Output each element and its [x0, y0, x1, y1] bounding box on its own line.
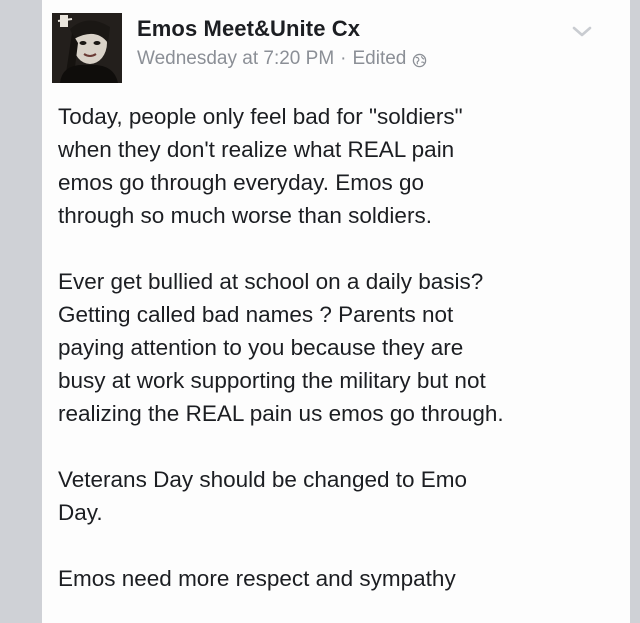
avatar-image — [52, 13, 122, 83]
globe-icon-svg — [413, 53, 427, 67]
chevron-down-icon[interactable] — [572, 26, 592, 38]
post-timestamp[interactable]: Wednesday at 7:20 PM — [137, 48, 334, 70]
post-paragraph: Emos need more respect and sympathy — [58, 566, 456, 591]
post-paragraph: Veterans Day should be changed to Emo Da… — [58, 467, 468, 525]
left-frame-edge — [0, 0, 42, 623]
right-frame-edge — [630, 0, 640, 623]
post-paragraph: Today, people only feel bad for "soldier… — [58, 104, 463, 228]
post-body: Today, people only feel bad for "soldier… — [58, 100, 623, 623]
post-author-name[interactable]: Emos Meet&Unite Cx — [137, 16, 360, 42]
post-meta: Wednesday at 7:20 PM · Edited — [137, 48, 427, 70]
post-card: Emos Meet&Unite Cx Wednesday at 7:20 PM … — [42, 0, 630, 623]
edited-label[interactable]: Edited — [352, 48, 406, 70]
avatar[interactable] — [52, 13, 122, 83]
globe-icon[interactable] — [412, 52, 427, 67]
post-paragraph: Ever get bullied at school on a daily ba… — [58, 269, 504, 426]
meta-separator: · — [340, 48, 347, 69]
